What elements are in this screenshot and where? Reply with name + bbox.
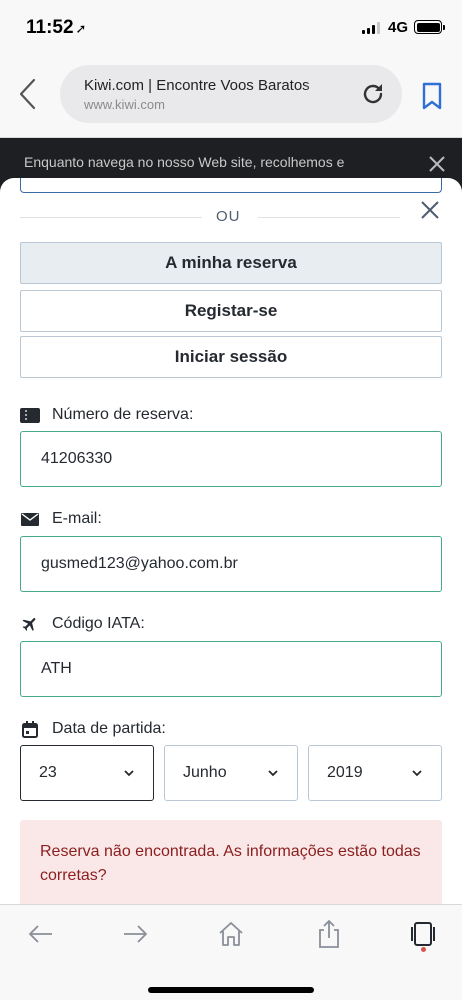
reload-icon[interactable] — [360, 81, 386, 107]
page-domain: www.kiwi.com — [84, 97, 165, 112]
chevron-down-icon — [268, 770, 278, 777]
cookie-close-icon[interactable] — [428, 155, 446, 173]
battery-icon — [414, 20, 445, 34]
tab-sign-in[interactable]: Iniciar sessão — [20, 336, 442, 378]
or-divider: OU — [20, 206, 400, 228]
network-type: 4G — [388, 19, 409, 36]
back-arrow-icon[interactable] — [26, 919, 56, 949]
cookie-text: Enquanto navega no nosso Web site, recol… — [24, 154, 345, 170]
ticket-icon — [20, 407, 40, 423]
chevron-down-icon — [124, 770, 134, 777]
url-field[interactable]: Kiwi.com | Encontre Voos Baratos www.kiw… — [60, 65, 402, 123]
airplane-icon — [20, 616, 40, 632]
calendar-icon — [20, 720, 40, 738]
manage-booking-modal: OU A minha reserva Registar-se Iniciar s… — [0, 178, 462, 908]
reservation-number-input[interactable]: 41206330 — [20, 431, 442, 487]
month-select[interactable]: Junho — [164, 745, 298, 801]
status-time: 11:52 ➚ — [26, 17, 86, 39]
chevron-down-icon — [412, 770, 422, 777]
home-icon[interactable] — [216, 919, 246, 949]
clock-time: 11:52 — [26, 17, 74, 38]
tab-register[interactable]: Registar-se — [20, 290, 442, 332]
or-text: OU — [216, 208, 241, 225]
share-icon[interactable] — [314, 919, 344, 949]
page-title: Kiwi.com | Encontre Voos Baratos — [84, 77, 334, 94]
bookmark-icon[interactable] — [420, 82, 444, 110]
tabs-notification-dot — [421, 947, 426, 952]
tab-my-booking[interactable]: A minha reserva — [20, 242, 442, 284]
email-field[interactable]: gusmed123@yahoo.com.br — [20, 536, 442, 592]
signal-icon — [362, 22, 380, 34]
iata-label-text: Código IATA: — [52, 615, 145, 632]
day-select[interactable]: 23 — [20, 745, 154, 801]
partial-input-field[interactable] — [20, 178, 442, 193]
email-label-text: E-mail: — [52, 510, 102, 527]
home-indicator — [148, 987, 314, 993]
browser-address-bar: Kiwi.com | Encontre Voos Baratos www.kiw… — [0, 54, 462, 138]
email-label: E-mail: — [20, 510, 102, 528]
error-message: Reserva não encontrada. As informações e… — [40, 843, 421, 884]
departure-date-label: Data de partida: — [20, 720, 166, 738]
year-select[interactable]: 2019 — [308, 745, 442, 801]
error-alert: Reserva não encontrada. As informações e… — [20, 820, 442, 908]
departure-date-label-text: Data de partida: — [52, 720, 166, 737]
year-value: 2019 — [327, 764, 363, 781]
close-icon[interactable] — [420, 200, 440, 220]
month-value: Junho — [183, 764, 227, 781]
browser-toolbar — [0, 904, 462, 1000]
iata-code-input[interactable]: ATH — [20, 641, 442, 697]
reservation-label-text: Número de reserva: — [52, 406, 194, 423]
iata-label: Código IATA: — [20, 615, 145, 633]
forward-arrow-icon[interactable] — [120, 919, 150, 949]
reservation-label: Número de reserva: — [20, 406, 193, 424]
status-bar: 11:52 ➚ 4G — [0, 0, 462, 54]
day-value: 23 — [39, 764, 57, 781]
back-icon[interactable] — [18, 78, 38, 110]
envelope-icon — [20, 511, 40, 527]
tabs-icon[interactable] — [408, 919, 438, 949]
location-icon: ➚ — [75, 21, 87, 36]
